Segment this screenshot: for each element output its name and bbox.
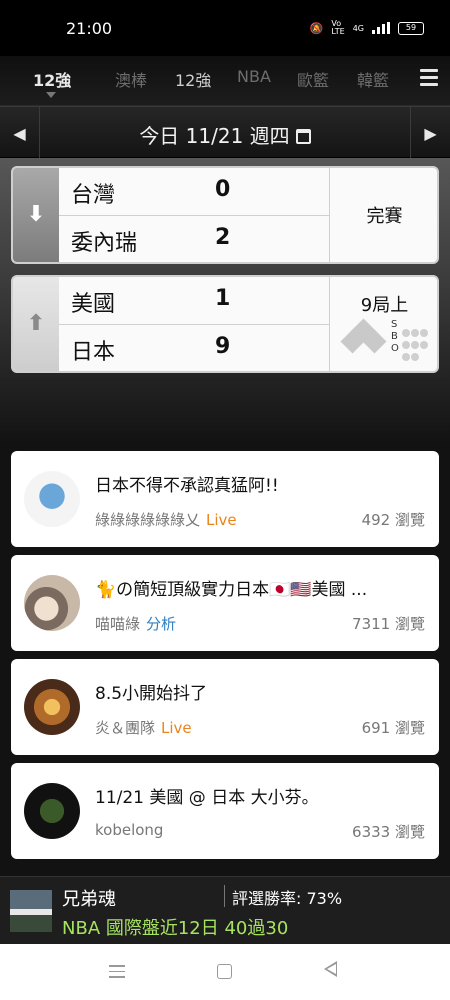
team-name: 日本 (71, 340, 116, 365)
article-list: 日本不得不承認真猛阿!! 綠綠綠綠綠綠乂 Live 492 瀏覽 🐈の簡短頂級實力… (0, 448, 450, 876)
status-time: 21:00 (66, 19, 113, 38)
menu-icon[interactable] (420, 69, 438, 87)
date-text: 今日 11/21 週四 (139, 124, 290, 148)
article-title: 11/21 美國 @ 日本 大小芬。 (95, 788, 319, 808)
team-name: 台灣 (71, 183, 116, 208)
date-label[interactable]: 今日 11/21 週四 (0, 120, 450, 149)
chevron-right-icon[interactable]: ▶ (410, 107, 450, 159)
expert-record: NBA 國際盤近12日 40過30 (62, 918, 289, 939)
expert-name: 兄弟魂 (62, 889, 116, 910)
match-status: 9局上 SBO (329, 277, 437, 371)
tab-euro-basketball[interactable]: 歐籃 (297, 67, 329, 91)
author-name: kobelong (95, 821, 164, 839)
sbo-labels: SBO (391, 319, 399, 354)
view-count: 6333 瀏覽 (352, 823, 425, 841)
team-row: 委內瑞 2 (59, 216, 329, 262)
author-name: 炎＆團隊 (95, 719, 156, 737)
expert-thumbnail (10, 890, 52, 932)
status-icons: 🔕 Vo LTE 4G 59 (310, 20, 424, 36)
system-nav-bar (0, 944, 450, 1000)
signal-icon (372, 22, 390, 34)
analysis-tag: 分析 (146, 615, 177, 633)
inning-label: 9局上 (360, 295, 409, 316)
article-card[interactable]: 11/21 美國 @ 日本 大小芬。 kobelong 6333 瀏覽 (11, 763, 439, 859)
article-title: 8.5小開始抖了 (95, 684, 208, 704)
match-card[interactable]: ⬇ 台灣 0 委內瑞 2 完賽 (11, 166, 439, 264)
view-count: 492 瀏覽 (361, 511, 425, 529)
avatar (24, 679, 80, 735)
match-card[interactable]: ⬆ 美國 1 日本 9 9局上 SBO (11, 275, 439, 373)
up-arrow-icon: ⬆ (26, 311, 46, 336)
team-score: 9 (215, 334, 231, 359)
article-author: 炎＆團隊 Live (95, 717, 192, 738)
view-count: 691 瀏覽 (361, 719, 425, 737)
base-diamond-icon: SBO (340, 318, 434, 361)
divider (224, 885, 225, 907)
article-author: kobelong (95, 821, 163, 839)
sport-tab-bar: 12強 澳棒 12強 NBA 歐籃 韓籃 (0, 56, 450, 106)
volte-icon: Vo LTE (331, 19, 345, 36)
mute-icon: 🔕 (309, 21, 324, 35)
avatar (24, 783, 80, 839)
article-card[interactable]: 🐈の簡短頂級實力日本🇯🇵🇺🇸美國 ... 喵喵綠 分析 7311 瀏覽 (11, 555, 439, 651)
live-tag: Live (161, 719, 192, 737)
team-row: 美國 1 (59, 277, 329, 325)
back-icon[interactable] (324, 961, 337, 977)
recent-apps-icon[interactable] (109, 965, 125, 982)
avatar (24, 575, 80, 631)
collapse-toggle[interactable]: ⬇ (13, 168, 59, 262)
count-dots (402, 321, 429, 361)
tab-australian-baseball[interactable]: 澳棒 (115, 67, 147, 91)
down-arrow-icon: ⬇ (26, 202, 46, 227)
team-score: 1 (215, 286, 231, 311)
team-row: 台灣 0 (59, 168, 329, 216)
author-name: 綠綠綠綠綠綠乂 (95, 511, 201, 529)
scoreboard-area: ⬇ 台灣 0 委內瑞 2 完賽 ⬆ 美國 1 日本 9 9局上 S B O (0, 158, 450, 448)
tab-12-strong[interactable]: 12強 (33, 67, 71, 91)
date-bar: ◀ 今日 11/21 週四 ▶ (0, 106, 450, 159)
team-score: 0 (215, 177, 231, 202)
team-name: 委內瑞 (71, 231, 138, 256)
team-score: 2 (215, 225, 231, 250)
author-name: 喵喵綠 (95, 615, 141, 633)
expert-promo-bar[interactable]: 兄弟魂 評選勝率: 73% NBA 國際盤近12日 40過30 (0, 876, 450, 944)
article-author: 喵喵綠 分析 (95, 613, 176, 634)
avatar (24, 471, 80, 527)
team-name: 美國 (71, 292, 116, 317)
team-row: 日本 9 (59, 325, 329, 371)
status-bar: 21:00 🔕 Vo LTE 4G 59 (0, 0, 450, 56)
home-icon[interactable] (217, 964, 232, 979)
dropdown-caret-icon (46, 92, 56, 98)
article-card[interactable]: 日本不得不承認真猛阿!! 綠綠綠綠綠綠乂 Live 492 瀏覽 (11, 451, 439, 547)
live-tag: Live (206, 511, 237, 529)
article-title: 🐈の簡短頂級實力日本🇯🇵🇺🇸美國 ... (95, 580, 368, 600)
battery-icon: 59 (398, 21, 424, 35)
calendar-icon[interactable] (295, 129, 311, 144)
match-status: 完賽 (329, 168, 437, 262)
expand-toggle[interactable]: ⬆ (13, 277, 59, 371)
tab-korean-basketball[interactable]: 韓籃 (357, 67, 389, 91)
article-card[interactable]: 8.5小開始抖了 炎＆團隊 Live 691 瀏覽 (11, 659, 439, 755)
win-rate: 評選勝率: 73% (232, 889, 343, 908)
article-title: 日本不得不承認真猛阿!! (95, 476, 279, 496)
view-count: 7311 瀏覽 (352, 615, 425, 633)
tab-nba[interactable]: NBA (237, 67, 271, 86)
tab-12-strong-secondary[interactable]: 12強 (175, 67, 211, 91)
article-author: 綠綠綠綠綠綠乂 Live (95, 509, 237, 530)
network-label: 4G (352, 23, 364, 33)
